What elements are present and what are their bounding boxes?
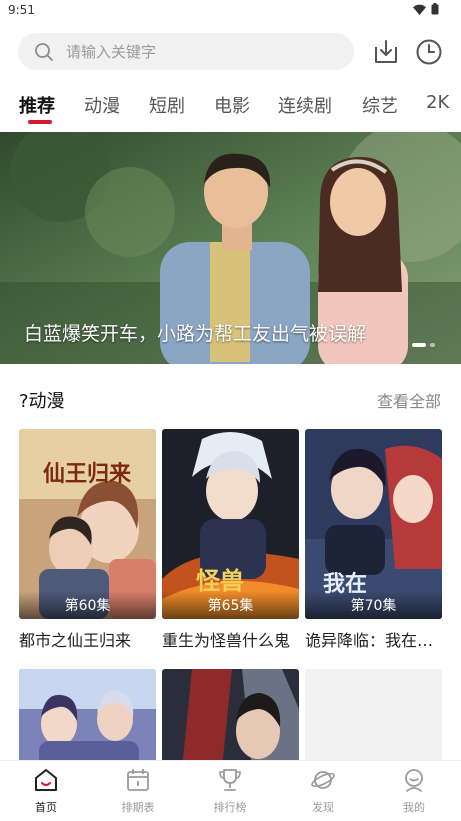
tab-series[interactable]: 连续剧	[278, 92, 332, 118]
status-time: 9:51	[8, 3, 35, 17]
planet-icon	[311, 771, 335, 789]
category-tabs: 推荐 动漫 短剧 电影 连续剧 综艺 2K	[0, 88, 461, 128]
episode-badge: 第60集	[19, 591, 156, 619]
battery-icon	[431, 3, 439, 15]
tab-variety[interactable]: 综艺	[362, 92, 398, 118]
poster: 怪兽 第65集	[162, 429, 299, 619]
tab-movie[interactable]: 电影	[214, 92, 250, 118]
nav-ranking[interactable]: 排行榜	[190, 767, 270, 815]
history-clock-icon[interactable]	[415, 38, 443, 66]
wifi-icon	[413, 4, 426, 15]
search-icon	[35, 42, 53, 61]
status-bar: 9:51	[0, 0, 461, 22]
nav-discover[interactable]: 发现	[283, 767, 363, 815]
tab-recommend[interactable]: 推荐	[19, 92, 55, 118]
status-icons	[413, 3, 439, 15]
nav-label: 我的	[403, 801, 425, 814]
download-icon[interactable]	[372, 38, 400, 66]
nav-label: 排期表	[121, 801, 155, 814]
home-icon	[35, 769, 57, 791]
episode-badge: 第65集	[162, 591, 299, 619]
trophy-icon	[219, 769, 241, 791]
nav-label: 排行榜	[213, 801, 247, 814]
bottom-nav: 首页 排期表 排行榜 发现 我的	[0, 760, 461, 821]
tab-short-drama[interactable]: 短剧	[149, 92, 185, 118]
tab-anime[interactable]: 动漫	[84, 92, 120, 118]
search-input[interactable]: 请输入关键字	[18, 33, 354, 70]
search-placeholder: 请输入关键字	[66, 43, 157, 61]
anime-section-header: ?动漫 查看全部	[0, 384, 461, 414]
banner-caption: 白蓝爆笑开车，小路为帮工友出气被误解	[24, 323, 367, 345]
tab-2k[interactable]: 2K	[426, 92, 449, 113]
card-title: 诡异降临：我在…	[305, 631, 434, 650]
episode-badge: 第70集	[305, 591, 442, 619]
card-title: 重生为怪兽什么鬼	[162, 631, 291, 650]
section-title: ?动漫	[19, 391, 65, 412]
banner-pagination	[412, 343, 435, 347]
poster: 我在 第70集	[305, 429, 442, 619]
card-title: 都市之仙王归来	[19, 631, 132, 650]
nav-profile[interactable]: 我的	[374, 767, 454, 815]
poster-title-text: 仙王归来	[43, 461, 132, 487]
hero-banner[interactable]: 白蓝爆笑开车，小路为帮工友出气被误解	[0, 132, 461, 364]
calendar-icon	[127, 769, 149, 791]
nav-home[interactable]: 首页	[6, 767, 86, 815]
poster: 仙王归来 第60集	[19, 429, 156, 619]
nav-label: 发现	[312, 801, 334, 814]
nav-label: 首页	[35, 801, 57, 814]
view-all-link[interactable]: 查看全部	[377, 388, 441, 412]
nav-schedule[interactable]: 排期表	[98, 767, 178, 815]
tab-indicator	[28, 120, 52, 124]
pagination-dot-active	[412, 343, 426, 347]
profile-icon	[405, 769, 423, 792]
pagination-dot	[430, 343, 435, 347]
